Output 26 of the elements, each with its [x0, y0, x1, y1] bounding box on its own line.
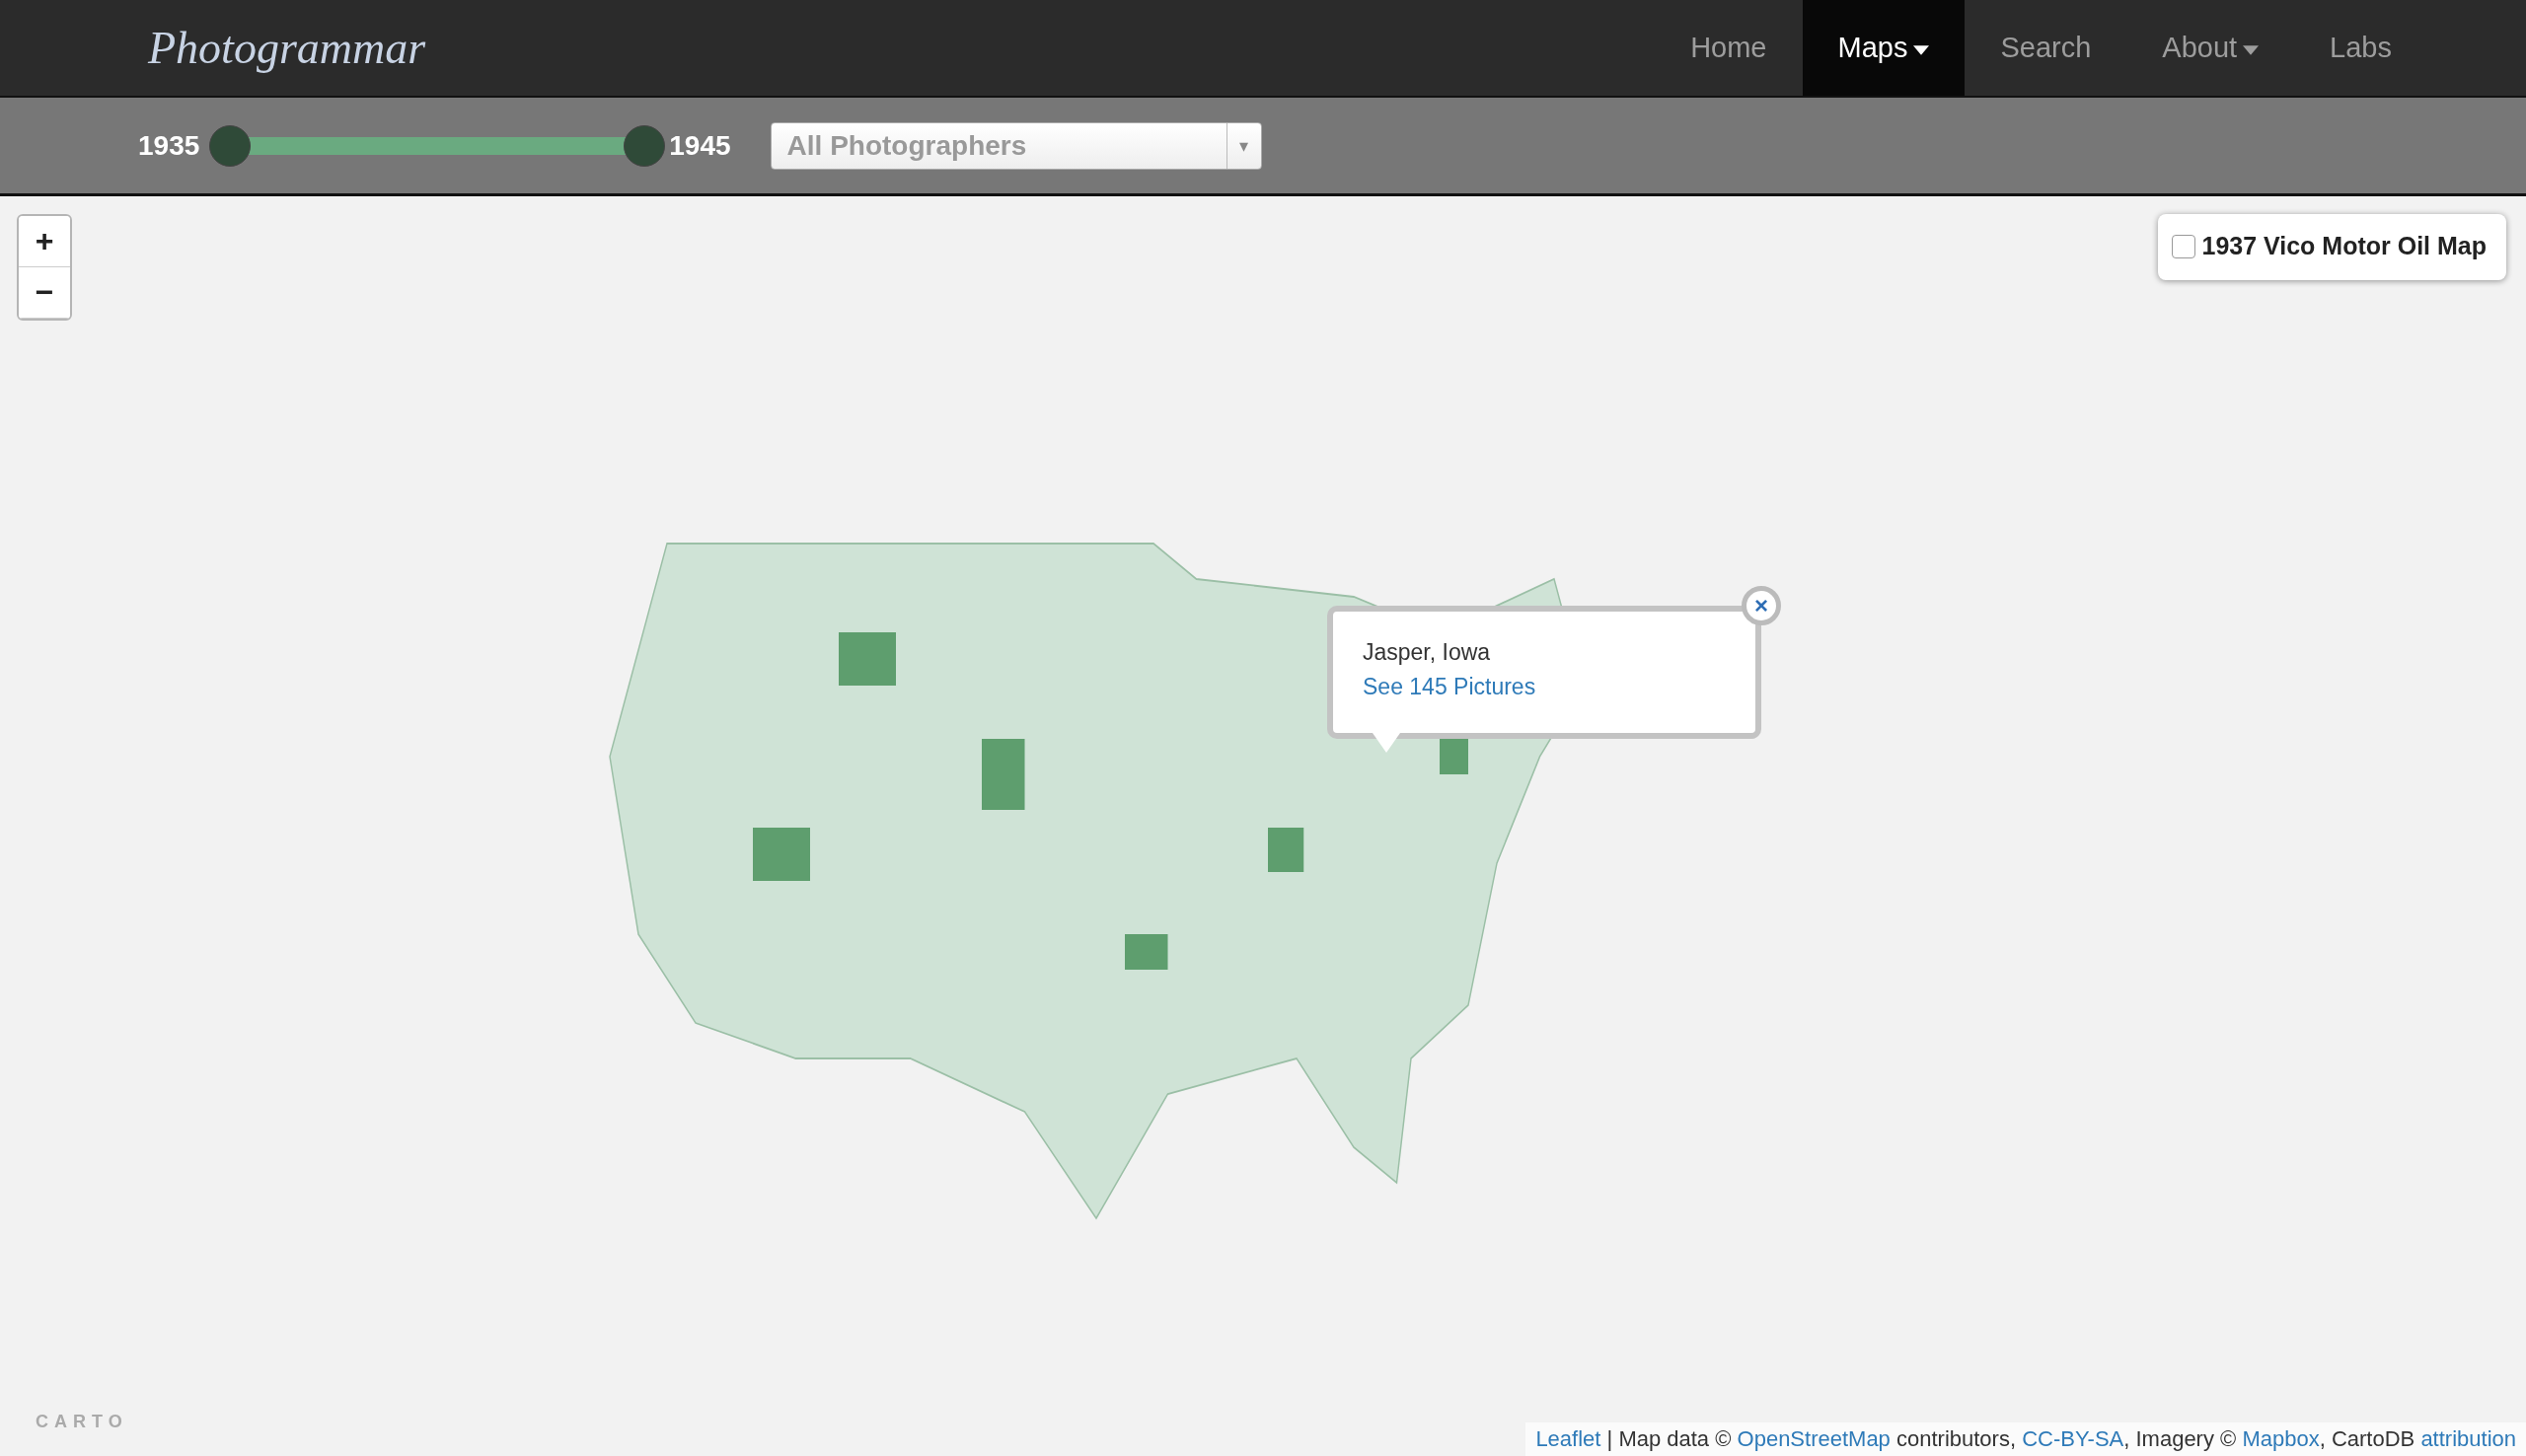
- overlay-label[interactable]: 1937 Vico Motor Oil Map: [2201, 232, 2487, 260]
- year-label: 1945: [669, 129, 731, 162]
- carto-logo: CARTO: [36, 1412, 128, 1432]
- year-label: 1935: [138, 129, 200, 162]
- nav-link[interactable]: Labs: [2294, 0, 2427, 96]
- checkbox[interactable]: [2172, 234, 2196, 258]
- pictures-link[interactable]: See 145 Pictures: [1363, 674, 1726, 700]
- attribution-text: , Imagery ©: [2123, 1426, 2238, 1451]
- attribution-text: contributors,: [1894, 1426, 2018, 1451]
- close-button[interactable]: ×: [1742, 586, 1781, 625]
- brand-logo[interactable]: Photogrammar: [148, 22, 426, 74]
- nav-link[interactable]: Home: [1655, 0, 1803, 96]
- attribution-link[interactable]: attribution: [2420, 1426, 2516, 1451]
- zoom-out-button[interactable]: −: [19, 267, 70, 319]
- zoom-in-button[interactable]: +: [19, 216, 70, 267]
- attribution-link[interactable]: Leaflet: [1535, 1426, 1601, 1451]
- attribution-text: | Map data ©: [1605, 1426, 1733, 1451]
- nav-link[interactable]: Maps: [1802, 0, 1966, 96]
- attribution-link[interactable]: OpenStreetMap: [1737, 1426, 1891, 1451]
- photographer-dropdown[interactable]: All Photographers ▾: [770, 121, 1262, 170]
- nav-link[interactable]: About: [2126, 0, 2295, 96]
- attribution-link[interactable]: Mapbox: [2242, 1426, 2320, 1451]
- attribution-text: , CartoDB: [2319, 1426, 2416, 1451]
- popup-title: Jasper, Iowa: [1363, 639, 1492, 666]
- nav-link[interactable]: Search: [1965, 0, 2127, 96]
- attribution-link[interactable]: CC-BY-SA: [2022, 1426, 2124, 1451]
